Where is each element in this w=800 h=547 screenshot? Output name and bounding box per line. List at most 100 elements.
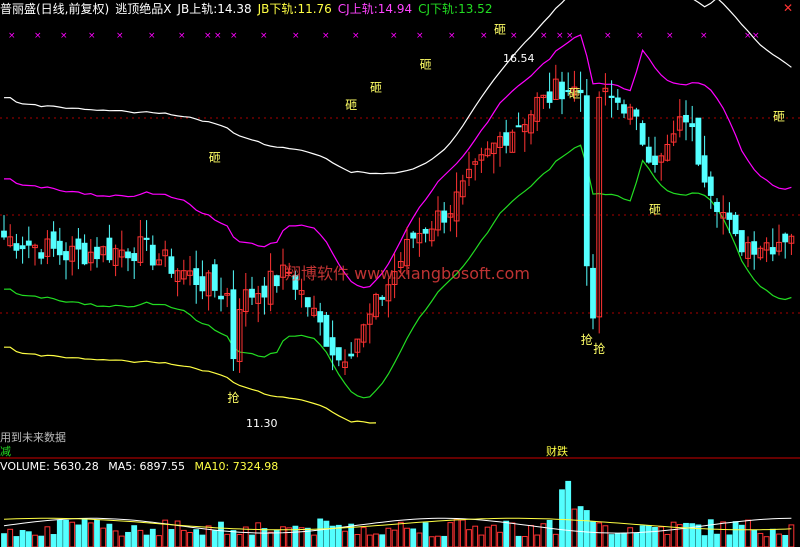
candle-body	[19, 245, 26, 250]
volume-bar	[528, 524, 534, 547]
volume-bar	[757, 532, 764, 547]
volume-bar	[112, 530, 119, 547]
marker-x: ×	[448, 31, 456, 41]
candle-body	[441, 210, 448, 223]
indicator-lines	[3, 0, 792, 424]
candle-body	[317, 311, 324, 323]
volume-bar	[44, 526, 51, 547]
volume-bar	[701, 535, 708, 547]
volume-bar	[255, 522, 262, 547]
marker-x: ×	[510, 31, 518, 41]
candle-body	[645, 146, 652, 163]
left-signal-label: 减	[0, 445, 11, 458]
candle-body	[149, 244, 156, 266]
volume-bar	[435, 535, 441, 547]
candle-body	[323, 314, 330, 347]
volume-label: VOLUME:	[0, 460, 50, 473]
candle-body	[218, 295, 224, 300]
candle-body	[515, 125, 522, 128]
marker-x: ×	[480, 31, 488, 41]
volume-bar	[633, 532, 640, 547]
watermark: 翔博软件 www.xiangbosoft.com	[285, 264, 530, 283]
volume-bar	[373, 533, 379, 547]
volume-bar	[521, 535, 528, 547]
volume-bar	[87, 522, 94, 547]
volume-bar	[707, 519, 714, 547]
candle-body	[583, 95, 590, 267]
volume-bar	[608, 534, 615, 547]
volume-bar	[466, 529, 472, 547]
marker-x: ×	[178, 31, 186, 41]
buy-signal-marker: 抢	[227, 390, 239, 405]
buy-signal-marker: 抢	[593, 341, 605, 356]
volume-bar	[360, 527, 367, 547]
volume-bar	[32, 534, 38, 547]
signal-markers: 砸砸砸砸砸砸砸砸抢抢抢	[209, 23, 785, 405]
candle-body	[738, 230, 745, 253]
volume-bar	[311, 534, 317, 547]
volume-bar	[63, 519, 69, 547]
volume-bar	[56, 519, 63, 547]
volume-bar	[583, 510, 590, 547]
volume-bar	[391, 529, 398, 547]
volume-bar	[577, 506, 584, 547]
volume-bar	[751, 529, 758, 547]
volume-bar	[342, 530, 348, 547]
volume-bar	[131, 525, 138, 547]
candle-body	[75, 238, 82, 250]
volume-bar	[156, 535, 162, 547]
volume-bar	[286, 527, 293, 547]
volume-bar	[193, 529, 200, 547]
cj-lower-value: 13.52	[458, 2, 493, 16]
candle-body	[726, 212, 733, 220]
volume-bar	[25, 531, 32, 547]
close-icon[interactable]: ✕	[782, 2, 794, 14]
volume-bar	[732, 521, 739, 547]
candle-body	[50, 231, 57, 249]
candle-body	[329, 337, 336, 356]
candle-body	[13, 243, 20, 251]
sell-signal-label: 财跌	[546, 444, 568, 458]
candle-body	[410, 232, 417, 239]
marker-x: ×	[204, 31, 212, 41]
marker-x: ×	[260, 31, 268, 41]
volume-bar	[602, 525, 609, 547]
marker-x: ×	[230, 31, 238, 41]
candle-body	[125, 251, 131, 259]
sell-signal-marker: 砸	[773, 110, 785, 124]
volume-bar	[726, 534, 733, 547]
candle-body	[701, 155, 708, 183]
candle-body	[94, 246, 100, 260]
volume-bar	[404, 527, 410, 547]
volume-bar	[236, 533, 243, 547]
candle-body	[81, 242, 88, 265]
marker-x: ×	[666, 31, 674, 41]
volume-bar	[534, 534, 541, 547]
cj-upper-value: 14.94	[377, 2, 413, 16]
volume-bar	[670, 521, 677, 547]
volume-bar	[354, 533, 361, 547]
volume-bar	[366, 534, 373, 547]
volume-bar	[199, 534, 206, 547]
jb-lower-line	[4, 346, 377, 424]
candle-body	[304, 297, 311, 308]
marker-x: ×	[88, 31, 96, 41]
candle-body	[695, 117, 702, 165]
stock-title[interactable]: 普丽盛(日线,前复权)	[0, 2, 109, 16]
volume-bar	[261, 528, 268, 547]
candle-body	[211, 264, 218, 291]
volume-bar	[118, 535, 125, 547]
volume-bar	[50, 534, 57, 547]
volume-bar	[75, 524, 82, 547]
ma5-value: 6897.55	[139, 460, 186, 473]
volume-bar	[776, 533, 782, 547]
volume-bar	[422, 522, 429, 547]
marker-x: ×	[292, 31, 300, 41]
candle-body	[25, 240, 32, 246]
volume-bar	[782, 534, 789, 547]
candle-body	[707, 176, 714, 196]
indicator-name[interactable]: 逃顶绝品X	[115, 2, 171, 16]
jb-upper-value: 14.38	[217, 2, 252, 16]
jb-lower-label: JB下轨:	[257, 2, 298, 16]
volume-bar	[447, 522, 454, 547]
